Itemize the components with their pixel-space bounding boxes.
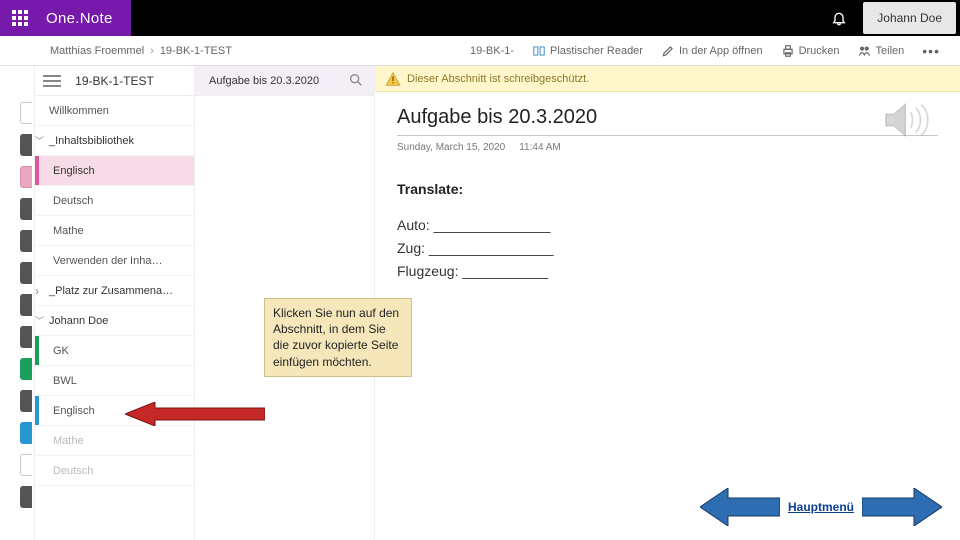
command-bar: Matthias Froemmel › 19-BK-1-TEST 19-BK-1… bbox=[0, 36, 960, 66]
rail-tab[interactable] bbox=[20, 134, 32, 156]
sidebar-item-math[interactable]: Mathe bbox=[35, 426, 194, 456]
notebook-title[interactable]: 19-BK-1-TEST bbox=[43, 74, 186, 88]
account-name: Johann Doe bbox=[877, 11, 942, 25]
chevron-right-icon: › bbox=[150, 45, 154, 57]
tutorial-callout: Klicken Sie nun auf den Abschnitt, in de… bbox=[264, 298, 412, 377]
crumb-owner[interactable]: Matthias Froemmel bbox=[50, 45, 144, 57]
account-chip[interactable]: Johann Doe bbox=[863, 2, 956, 34]
open-in-app-button[interactable]: In der App öffnen bbox=[661, 44, 763, 58]
tutorial-callout-text: Klicken Sie nun auf den Abschnitt, in de… bbox=[273, 306, 399, 369]
page-meta: Sunday, March 15, 2020 11:44 AM bbox=[397, 142, 938, 153]
audio-speaker-icon[interactable] bbox=[882, 100, 930, 140]
rail-tab[interactable] bbox=[20, 198, 32, 220]
bell-icon bbox=[831, 10, 847, 26]
sidebar-header: 19-BK-1-TEST bbox=[35, 66, 194, 96]
notebook-sidebar: 19-BK-1-TEST Willkommen _Inhaltsbiblioth… bbox=[35, 66, 195, 540]
page-date: Sunday, March 15, 2020 bbox=[397, 142, 505, 153]
rail-tab[interactable] bbox=[20, 486, 32, 508]
immersive-reader-button[interactable]: Plastischer Reader bbox=[532, 44, 643, 58]
pencil-icon bbox=[661, 44, 675, 58]
rail-tab[interactable] bbox=[20, 166, 32, 188]
heading-translate[interactable]: Translate: bbox=[397, 181, 938, 197]
brand-text-note: Note bbox=[80, 10, 113, 27]
print-button[interactable]: Drucken bbox=[781, 44, 840, 58]
content-line-auto[interactable]: Auto: _______________ bbox=[397, 215, 938, 236]
sidebar-group-content-library[interactable]: _Inhaltsbibliothek bbox=[35, 126, 194, 156]
brand-text-one: One bbox=[46, 10, 75, 27]
tutorial-arrow-icon bbox=[125, 402, 265, 426]
section-tab-title: 19-BK-1- bbox=[470, 45, 514, 57]
rail-tab[interactable] bbox=[20, 422, 32, 444]
sidebar-item-english-lib[interactable]: Englisch bbox=[35, 156, 194, 186]
share-icon bbox=[858, 44, 872, 58]
next-slide-button[interactable] bbox=[862, 488, 942, 526]
content-line-flugzeug[interactable]: Flugzeug: ___________ bbox=[397, 261, 938, 282]
sidebar-group-student[interactable]: Johann Doe bbox=[35, 306, 194, 336]
warning-text: Dieser Abschnitt ist schreibgeschützt. bbox=[407, 73, 589, 85]
page-time: 11:44 AM bbox=[519, 142, 561, 153]
warning-icon bbox=[385, 72, 401, 86]
rail-tab[interactable] bbox=[20, 454, 32, 476]
title-underline bbox=[397, 135, 938, 136]
section-rail bbox=[0, 66, 35, 540]
reader-icon bbox=[532, 44, 546, 58]
readonly-warning-bar: Dieser Abschnitt ist schreibgeschützt. bbox=[375, 66, 960, 92]
o365-top-bar: One.Note Johann Doe bbox=[0, 0, 960, 36]
notifications-button[interactable] bbox=[819, 0, 859, 36]
app-brand[interactable]: One.Note bbox=[40, 0, 131, 36]
sidebar-item-math-lib[interactable]: Mathe bbox=[35, 216, 194, 246]
waffle-icon bbox=[12, 10, 28, 26]
page-canvas: Dieser Abschnitt ist schreibgeschützt. A… bbox=[375, 66, 960, 540]
crumb-notebook[interactable]: 19-BK-1-TEST bbox=[160, 45, 232, 57]
sidebar-item-bwl[interactable]: BWL bbox=[35, 366, 194, 396]
main-menu-link[interactable]: Hauptmenü bbox=[788, 500, 854, 514]
rail-tab[interactable] bbox=[20, 358, 32, 380]
hamburger-icon[interactable] bbox=[43, 75, 61, 87]
sidebar-item-welcome[interactable]: Willkommen bbox=[35, 96, 194, 126]
app-launcher-button[interactable] bbox=[0, 0, 40, 36]
share-button[interactable]: Teilen bbox=[858, 44, 905, 58]
breadcrumb: Matthias Froemmel › 19-BK-1-TEST bbox=[0, 45, 232, 57]
rail-tab[interactable] bbox=[20, 390, 32, 412]
sidebar-group-collab-space[interactable]: _Platz zur Zusammena… bbox=[35, 276, 194, 306]
sidebar-item-german-lib[interactable]: Deutsch bbox=[35, 186, 194, 216]
search-icon[interactable] bbox=[348, 72, 364, 88]
prev-slide-button[interactable] bbox=[700, 488, 780, 526]
slide-nav: Hauptmenü bbox=[700, 488, 942, 526]
more-actions-button[interactable]: ••• bbox=[922, 43, 940, 59]
sidebar-item-use-content[interactable]: Verwenden der Inha… bbox=[35, 246, 194, 276]
rail-tab[interactable] bbox=[20, 262, 32, 284]
sidebar-item-german[interactable]: Deutsch bbox=[35, 456, 194, 486]
rail-tab[interactable] bbox=[20, 102, 32, 124]
page-title[interactable]: Aufgabe bis 20.3.2020 bbox=[397, 106, 938, 129]
rail-tab[interactable] bbox=[20, 294, 32, 316]
rail-tab[interactable] bbox=[20, 326, 32, 348]
rail-tab[interactable] bbox=[20, 230, 32, 252]
printer-icon bbox=[781, 44, 795, 58]
content-line-zug[interactable]: Zug: ________________ bbox=[397, 238, 938, 259]
sidebar-item-gk[interactable]: GK bbox=[35, 336, 194, 366]
